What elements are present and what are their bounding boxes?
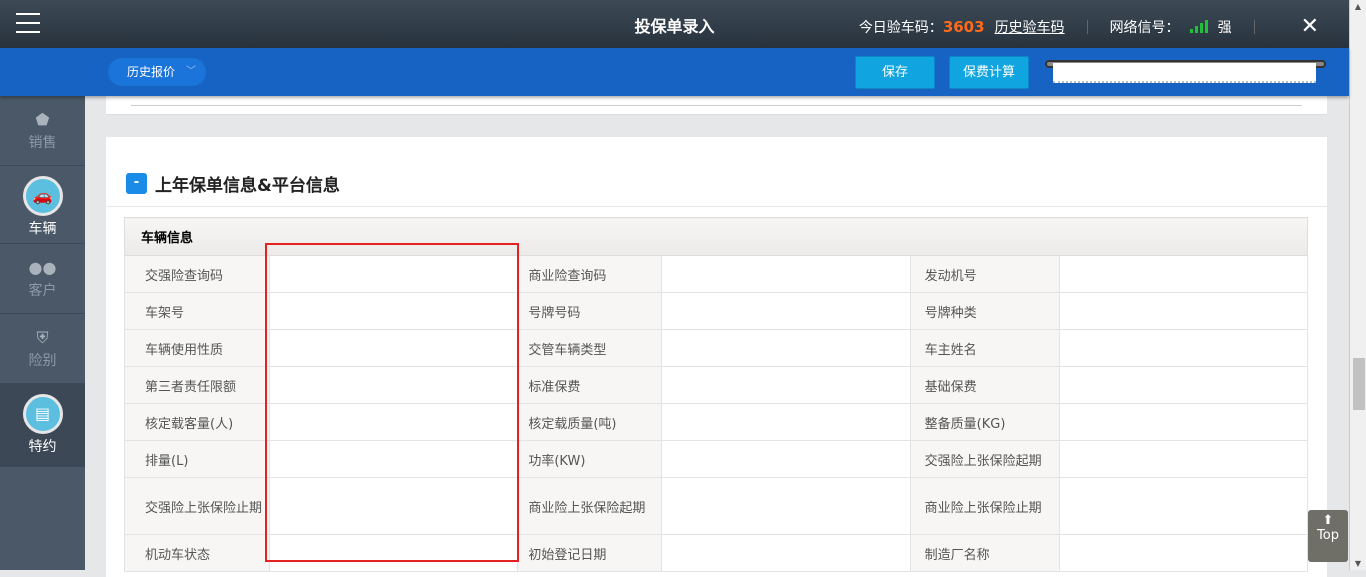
field-value	[661, 440, 911, 478]
field-label: 交强险查询码	[124, 255, 270, 293]
field-label: 标准保费	[517, 366, 663, 404]
save-button[interactable]: 保存	[855, 56, 935, 89]
field-label: 号牌种类	[909, 292, 1060, 330]
divider	[1086, 19, 1088, 34]
field-label: 整备质量(KG)	[909, 403, 1060, 441]
tag-icon: ⬟	[35, 110, 50, 129]
field-value	[1058, 403, 1309, 441]
field-label: 车主姓名	[909, 329, 1060, 367]
signal-label: 网络信号：	[1109, 19, 1180, 36]
field-label: 基础保费	[909, 366, 1060, 404]
field-value	[1058, 440, 1309, 478]
field-value	[661, 366, 911, 404]
scroll-down-icon[interactable]: ▼	[1350, 559, 1366, 568]
scroll-up-icon[interactable]: ▲	[1350, 2, 1366, 11]
sidebar-item-sales[interactable]: ⬟ 销售	[0, 96, 85, 166]
scrollbar[interactable]: ▲ ▼	[1349, 0, 1366, 570]
calc-premium-button[interactable]: 保费计算	[949, 56, 1029, 89]
sidebar-item-coverage[interactable]: ⛨ 险别	[0, 314, 85, 384]
field-label: 商业险查询码	[517, 255, 663, 293]
field-value	[1058, 366, 1309, 404]
scrollbar-thumb[interactable]	[1353, 358, 1365, 410]
document-icon: ▤	[22, 394, 63, 434]
sidebar-item-customer[interactable]: ●● 客户	[0, 244, 85, 314]
signal-strength: 强	[1217, 19, 1232, 36]
field-label: 车架号	[124, 292, 270, 330]
sidebar-item-special[interactable]: ▤ 特约	[0, 384, 85, 467]
field-value	[661, 255, 911, 293]
field-label: 交强险上张保险起期	[909, 440, 1060, 478]
highlight-box	[265, 243, 519, 562]
history-code-link[interactable]: 历史验车码	[995, 17, 1065, 37]
sidebar-item-vehicle[interactable]: 🚗 车辆	[0, 166, 85, 244]
sidebar-label: 险别	[28, 353, 57, 369]
collapse-button[interactable]: -	[126, 173, 147, 194]
field-label: 商业险上张保险止期	[909, 477, 1060, 535]
field-value	[1058, 329, 1309, 367]
top-label: Top	[1317, 528, 1339, 543]
field-value	[661, 403, 911, 441]
field-label: 核定载质量(吨)	[517, 403, 663, 441]
field-label: 功率(KW)	[517, 440, 663, 478]
divider	[1253, 19, 1255, 34]
sidebar-label: 车辆	[28, 221, 57, 237]
back-to-top-button[interactable]: ⬆ Top	[1308, 510, 1348, 562]
field-label: 机动车状态	[124, 534, 270, 572]
sidebar-label: 特约	[28, 439, 57, 455]
shield-icon: ⛨	[36, 328, 49, 347]
title-bar: 投保单录入 今日验车码：3603 历史验车码 网络信号： 强 ✕	[0, 0, 1349, 48]
field-value	[1058, 292, 1309, 330]
close-icon[interactable]: ✕	[1301, 14, 1319, 39]
users-icon: ●●	[28, 258, 57, 277]
car-icon: 🚗	[22, 176, 63, 216]
field-value	[661, 477, 911, 535]
field-label: 交强险上张保险止期	[124, 477, 270, 535]
today-code: 3603	[942, 17, 985, 36]
sidebar: ⬟ 销售 🚗 车辆 ●● 客户 ⛨ 险别 ▤ 特约	[0, 96, 85, 570]
field-label: 核定载客量(人)	[124, 403, 270, 441]
field-label: 初始登记日期	[517, 534, 663, 572]
field-value	[661, 534, 911, 572]
today-code-label: 今日验车码：	[858, 19, 943, 36]
status-input[interactable]	[1053, 63, 1316, 83]
field-label: 车辆使用性质	[124, 329, 270, 367]
sidebar-label: 客户	[28, 283, 57, 299]
field-label: 号牌号码	[517, 292, 663, 330]
field-label: 第三者责任限额	[124, 366, 270, 404]
field-label: 制造厂名称	[909, 534, 1060, 572]
section-title: 上年保单信息&平台信息	[155, 176, 340, 196]
field-value	[1058, 534, 1309, 572]
chevron-down-icon: ﹀	[186, 66, 196, 77]
previous-card	[106, 96, 1327, 115]
toolbar: 历史报价 ﹀ 保存 保费计算	[0, 48, 1349, 96]
sidebar-label: 销售	[28, 135, 57, 151]
arrow-up-icon: ⬆	[1322, 513, 1334, 528]
field-value	[1058, 477, 1309, 535]
history-quote-dropdown[interactable]: 历史报价 ﹀	[108, 58, 206, 86]
field-label: 交管车辆类型	[517, 329, 663, 367]
field-label: 发动机号	[909, 255, 1060, 293]
history-quote-label: 历史报价	[127, 65, 176, 79]
field-value	[1058, 255, 1309, 293]
signal-icon	[1189, 20, 1208, 33]
field-value	[661, 292, 911, 330]
field-value	[661, 329, 911, 367]
field-label: 商业险上张保险起期	[517, 477, 663, 535]
field-label: 排量(L)	[124, 440, 270, 478]
